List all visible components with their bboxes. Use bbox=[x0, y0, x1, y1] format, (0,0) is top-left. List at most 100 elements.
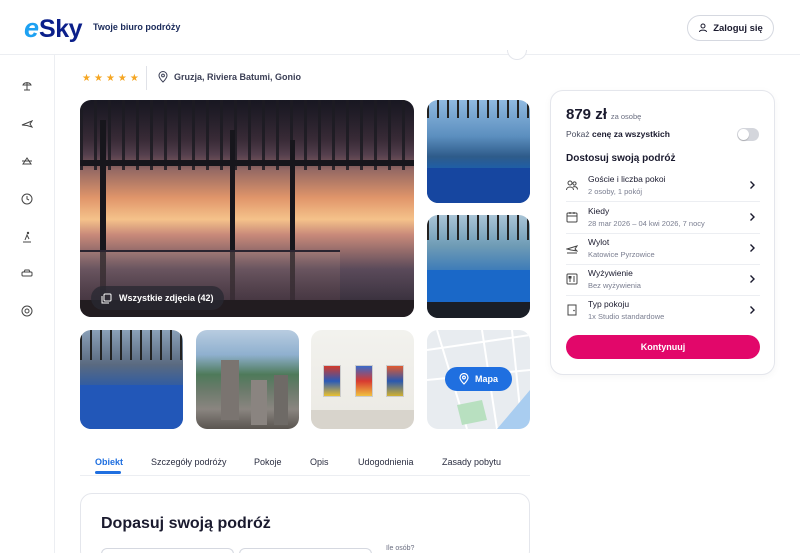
clock-icon[interactable] bbox=[20, 192, 34, 206]
ski-icon[interactable] bbox=[20, 230, 34, 244]
tab-zasady-pobytu[interactable]: Zasady pobytu bbox=[442, 457, 501, 467]
all-photos-button[interactable]: Wszystkie zdjęcia (42) bbox=[91, 286, 224, 310]
esky-logo[interactable]: e Sky bbox=[24, 13, 83, 44]
option-value: Bez wyżywienia bbox=[588, 281, 641, 290]
divider bbox=[146, 66, 147, 90]
active-tab-indicator bbox=[95, 471, 121, 474]
photo-detail bbox=[221, 360, 239, 420]
option-value: 1x Studio standardowe bbox=[588, 312, 665, 321]
search-field[interactable] bbox=[101, 548, 234, 553]
pool-photo-1[interactable] bbox=[427, 100, 530, 203]
room-art-photo[interactable] bbox=[311, 330, 414, 429]
toggle-prefix: Pokaż bbox=[566, 129, 592, 139]
photo-detail bbox=[80, 330, 183, 360]
tab-obiekt[interactable]: Obiekt bbox=[95, 457, 123, 467]
tab-opis[interactable]: Opis bbox=[310, 457, 329, 467]
hotel-stars: ★ ★ ★ ★ ★ bbox=[82, 73, 139, 84]
option-value: Katowice Pyrzowice bbox=[588, 250, 655, 259]
option-departure[interactable]: Wylot Katowice Pyrzowice bbox=[561, 234, 765, 265]
logo-sky: Sky bbox=[39, 15, 83, 43]
option-guests[interactable]: Goście i liczba pokoi 2 osoby, 1 pokój bbox=[561, 171, 765, 202]
photo-detail bbox=[386, 365, 404, 397]
star-icon: ★ bbox=[129, 73, 139, 84]
departure-icon bbox=[566, 245, 578, 254]
photo-detail bbox=[427, 168, 530, 203]
main-hotel-photo[interactable] bbox=[80, 100, 414, 317]
map-button[interactable]: Mapa bbox=[445, 367, 512, 391]
price-amount: 879 zł bbox=[566, 106, 607, 123]
tab-udogodnienia[interactable]: Udogodnienia bbox=[358, 457, 414, 467]
room-icon bbox=[567, 304, 577, 316]
option-value: 2 osoby, 1 pokój bbox=[588, 187, 643, 196]
star-icon: ★ bbox=[93, 73, 103, 84]
option-label: Goście i liczba pokoi bbox=[588, 174, 666, 184]
chevron-right-icon bbox=[750, 181, 755, 189]
search-field[interactable] bbox=[239, 548, 372, 553]
photo-detail bbox=[427, 270, 530, 302]
toggle-bold: cenę za wszystkich bbox=[592, 129, 670, 139]
photo-detail bbox=[80, 385, 183, 429]
option-label: Wylot bbox=[588, 237, 610, 247]
tab-pokoje[interactable]: Pokoje bbox=[254, 457, 282, 467]
calendar-icon bbox=[566, 212, 578, 223]
support-icon[interactable] bbox=[20, 304, 34, 318]
price-display: 879 zł za osobę bbox=[566, 106, 641, 123]
location-label: Gruzja, Riviera Batumi, Gonio bbox=[174, 72, 302, 82]
trip-section-title: Dostosuj swoją podróż bbox=[566, 153, 676, 164]
photo-detail bbox=[427, 302, 530, 318]
option-value: 28 mar 2026 – 04 kwi 2026, 7 nocy bbox=[588, 219, 705, 228]
chevron-right-icon bbox=[750, 306, 755, 314]
guests-icon bbox=[566, 180, 578, 191]
option-dates[interactable]: Kiedy 28 mar 2026 – 04 kwi 2026, 7 nocy bbox=[561, 203, 765, 234]
option-label: Kiedy bbox=[588, 206, 610, 216]
chevron-right-icon bbox=[750, 244, 755, 252]
chevron-right-icon bbox=[750, 213, 755, 221]
star-icon: ★ bbox=[82, 73, 91, 84]
plane-icon[interactable] bbox=[20, 117, 34, 131]
tab-szczegoly-podrozy[interactable]: Szczegóły podróży bbox=[151, 457, 227, 467]
pool-photo-3[interactable] bbox=[80, 330, 183, 429]
map-pin-icon bbox=[158, 71, 168, 83]
tagline: Twoje biuro podróży bbox=[93, 22, 181, 32]
login-button[interactable]: Zaloguj się bbox=[687, 15, 774, 41]
option-divider bbox=[566, 201, 760, 202]
customize-title: Dopasuj swoją podróż bbox=[101, 515, 271, 532]
all-photos-label: Wszystkie zdjęcia (42) bbox=[119, 293, 214, 303]
photo-detail bbox=[427, 100, 530, 118]
star-icon: ★ bbox=[105, 73, 115, 84]
left-sidebar bbox=[0, 55, 55, 553]
photo-detail bbox=[251, 380, 267, 425]
pool-photo-2[interactable] bbox=[427, 215, 530, 318]
price-unit: za osobę bbox=[610, 112, 642, 121]
option-label: Wyżywienie bbox=[588, 268, 633, 278]
photo-detail bbox=[323, 365, 341, 397]
top-header: e Sky Twoje biuro podróży Zaloguj się bbox=[0, 0, 800, 55]
logo-e: e bbox=[24, 13, 40, 43]
user-icon bbox=[699, 23, 708, 33]
star-icon: ★ bbox=[117, 73, 127, 84]
pergola-beam bbox=[80, 160, 414, 166]
continue-button[interactable]: Kontynuuj bbox=[566, 335, 760, 359]
chevron-right-icon bbox=[750, 275, 755, 283]
login-label: Zaloguj się bbox=[713, 22, 763, 34]
section-tabs: Obiekt Szczegóły podróży Pokoje Opis Udo… bbox=[80, 448, 530, 476]
photo-detail bbox=[355, 365, 373, 397]
map-pin-icon bbox=[459, 373, 469, 385]
photo-detail bbox=[311, 410, 414, 429]
map-label: Mapa bbox=[474, 374, 498, 384]
price-toggle[interactable] bbox=[737, 128, 759, 141]
photo-detail bbox=[274, 375, 288, 425]
plane-hotel-icon[interactable] bbox=[20, 154, 34, 168]
hotel-location[interactable]: Gruzja, Riviera Batumi, Gonio bbox=[158, 71, 301, 83]
option-room-type[interactable]: Typ pokoju 1x Studio standardowe bbox=[561, 296, 765, 327]
price-toggle-label: Pokaż cenę za wszystkich bbox=[566, 129, 670, 139]
toggle-knob bbox=[738, 129, 749, 140]
option-meals[interactable]: Wyżywienie Bez wyżywienia bbox=[561, 265, 765, 296]
city-view-photo[interactable] bbox=[196, 330, 299, 429]
guests-label: Ile osób? bbox=[386, 545, 415, 552]
gallery-icon bbox=[101, 293, 112, 303]
photo-detail bbox=[427, 215, 530, 240]
car-icon[interactable] bbox=[20, 266, 34, 280]
beach-icon[interactable] bbox=[20, 79, 34, 93]
meal-icon bbox=[566, 273, 578, 285]
